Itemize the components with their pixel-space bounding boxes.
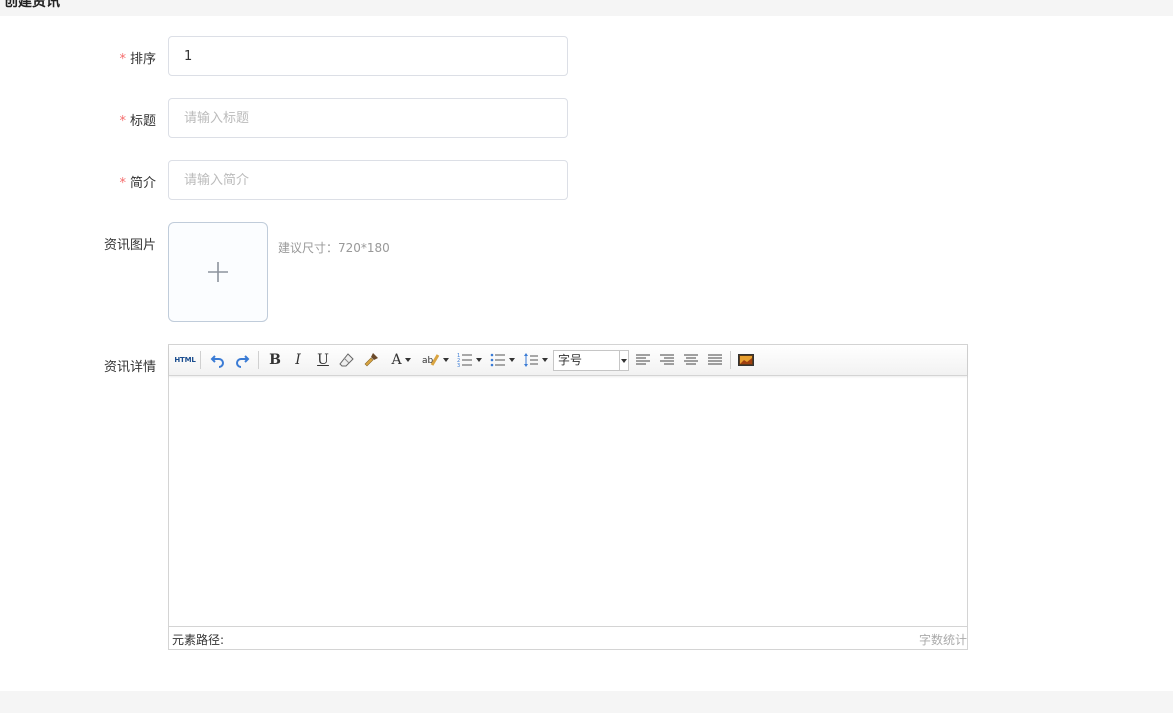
font-size-select[interactable]: 字号 (553, 350, 629, 371)
font-color-button[interactable]: A (387, 349, 415, 371)
title-input[interactable] (168, 98, 568, 138)
undo-button[interactable] (207, 349, 229, 371)
image-size-hint: 建议尺寸：720*180 (278, 241, 390, 255)
highlight-icon: ab (422, 354, 439, 366)
ordered-list-icon: 123 (457, 353, 472, 368)
unordered-list-icon (490, 353, 505, 367)
bold-button[interactable]: B (265, 349, 285, 371)
required-mark: * (119, 176, 126, 191)
undo-icon (210, 355, 224, 368)
italic-button[interactable]: I (288, 349, 308, 371)
form-row-sort: * 排序 (0, 36, 1173, 76)
align-justify-icon (708, 354, 722, 365)
page-header: 创建资讯 (0, 0, 1173, 16)
align-justify-button[interactable] (705, 349, 725, 371)
word-count-label: 字数统计 (918, 633, 967, 647)
sort-label: * 排序 (119, 52, 156, 67)
redo-icon (236, 355, 250, 368)
form-row-title: * 标题 (0, 98, 1173, 138)
required-mark: * (119, 114, 126, 129)
line-height-button[interactable] (521, 349, 549, 371)
format-painter-button[interactable] (361, 349, 381, 371)
sort-input[interactable] (168, 36, 568, 76)
highlight-button[interactable]: ab (420, 349, 450, 371)
required-mark: * (119, 52, 126, 67)
eraser-icon (339, 353, 354, 367)
chevron-down-icon (619, 351, 628, 370)
page-footer (0, 691, 1173, 713)
detail-label: 资讯详情 (103, 360, 156, 375)
intro-label: * 简介 (119, 176, 156, 191)
image-label: 资讯图片 (103, 238, 156, 253)
plus-icon (208, 262, 228, 282)
svg-text:3: 3 (457, 363, 460, 368)
image-icon (738, 354, 754, 366)
align-left-button[interactable] (633, 349, 653, 371)
image-upload-button[interactable] (168, 222, 268, 322)
align-right-icon (660, 354, 674, 365)
editor-toolbar: HTML B I U A ab 123 字号 (169, 345, 967, 376)
title-label: * 标题 (119, 114, 156, 129)
align-center-button[interactable] (681, 349, 701, 371)
align-right-button[interactable] (657, 349, 677, 371)
brush-icon (364, 353, 378, 367)
redo-button[interactable] (231, 349, 253, 371)
align-left-icon (636, 354, 650, 365)
ordered-list-button[interactable]: 123 (455, 349, 483, 371)
editor-statusbar: 元素路径: 字数统计 (169, 626, 967, 649)
rich-text-editor: HTML B I U A ab 123 字号 元素路径: 字数统计 (168, 344, 968, 650)
line-height-icon (523, 353, 538, 367)
align-center-icon (684, 354, 698, 365)
page-title: 创建资讯 (4, 0, 60, 10)
form-row-intro: * 简介 (0, 160, 1173, 200)
insert-image-button[interactable] (736, 349, 756, 371)
html-source-button[interactable]: HTML (174, 349, 196, 371)
underline-button[interactable]: U (313, 349, 333, 371)
editor-content-area[interactable] (169, 376, 967, 626)
eraser-button[interactable] (337, 349, 357, 371)
element-path-label: 元素路径: (172, 633, 225, 647)
unordered-list-button[interactable] (488, 349, 516, 371)
intro-input[interactable] (168, 160, 568, 200)
